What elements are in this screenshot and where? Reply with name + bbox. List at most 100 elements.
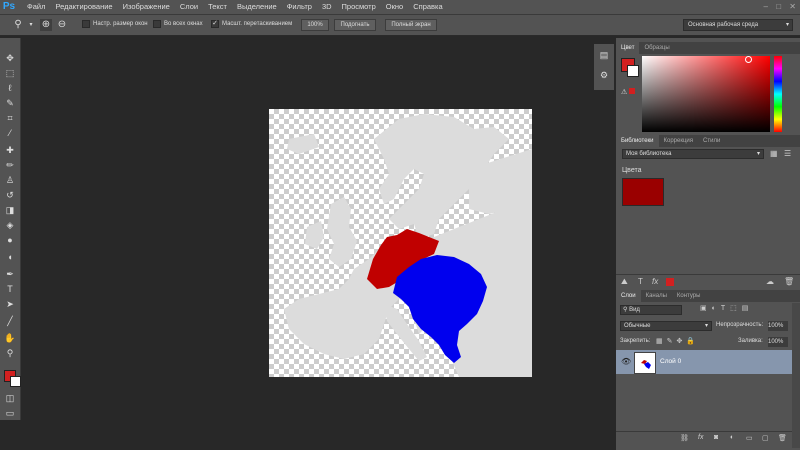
history-brush-tool-icon[interactable]: ↺	[3, 189, 17, 202]
layer-filter-select[interactable]: ⚲ Вид	[620, 305, 682, 315]
list-view-icon[interactable]: ☰	[784, 149, 791, 158]
screen-mode-icon[interactable]: ▭	[3, 407, 17, 420]
quick-selection-tool-icon[interactable]: ✎	[3, 97, 17, 110]
layers-panel-tabs: Слои Каналы Контуры	[616, 290, 800, 302]
resize-windows-label: Настр. размер окон	[93, 21, 148, 27]
crop-tool-icon[interactable]: ⌗	[3, 112, 17, 125]
properties-panel-icon[interactable]: ⚙	[598, 70, 610, 82]
color-panel-background-swatch[interactable]	[627, 65, 639, 77]
layer-thumbnail-map	[641, 360, 651, 369]
tab-styles[interactable]: Стили	[698, 135, 725, 147]
maximize-icon[interactable]: □	[776, 2, 781, 11]
background-color-swatch[interactable]	[10, 376, 21, 387]
trash-icon[interactable]: 🗑	[784, 277, 794, 286]
marquee-tool-icon[interactable]: ⬚	[3, 67, 17, 80]
fill-input[interactable]: 100%	[768, 337, 788, 347]
brush-tool-icon[interactable]: ✏	[3, 159, 17, 172]
library-select[interactable]: Моя библиотека ▾	[622, 149, 764, 159]
new-group-icon[interactable]: ▭	[746, 434, 753, 442]
libraries-footer: ⛰ T fx ☁ 🗑	[616, 274, 800, 289]
menu-layers[interactable]: Слои	[175, 0, 203, 14]
tab-layers[interactable]: Слои	[616, 290, 641, 302]
zoom-in-icon[interactable]: ⊕	[40, 19, 52, 31]
layers-scrollbar[interactable]	[792, 303, 800, 448]
line-tool-icon[interactable]: ╱	[3, 315, 17, 328]
map-ireland	[305, 221, 324, 249]
visibility-eye-icon[interactable]: 👁	[621, 357, 631, 366]
add-graphic-icon[interactable]: ⛰	[621, 277, 628, 287]
zoom-tool-icon[interactable]: ⚲	[3, 347, 17, 360]
color-field[interactable]	[642, 56, 770, 132]
menu-select[interactable]: Выделение	[232, 0, 282, 14]
pen-tool-icon[interactable]: ✒	[3, 268, 17, 281]
paint-bucket-tool-icon[interactable]: ◈	[3, 219, 17, 232]
lock-icons[interactable]: ▦✎✥🔒	[656, 337, 699, 345]
history-panel-icon[interactable]: ▤	[598, 50, 610, 62]
close-icon[interactable]: ✕	[789, 2, 796, 11]
zoom-tool-preset-icon[interactable]: ⚲	[12, 19, 24, 31]
hand-tool-icon[interactable]: ✋	[3, 332, 17, 345]
all-windows-checkbox[interactable]	[153, 20, 161, 28]
zoom-100-button[interactable]: 100%	[301, 19, 329, 31]
tab-libraries[interactable]: Библиотеки	[616, 135, 659, 147]
tab-adjustments[interactable]: Коррекция	[659, 135, 699, 147]
layer-name[interactable]: Слой 0	[660, 358, 681, 365]
fill-screen-button[interactable]: Полный экран	[385, 19, 437, 31]
workspace-select[interactable]: Основная рабочая среда ▾	[683, 19, 793, 31]
chevron-down-icon[interactable]: ▾	[25, 19, 37, 31]
colors-section-label: Цвета	[622, 167, 642, 174]
eyedropper-tool-icon[interactable]: ⁄	[3, 127, 17, 140]
lasso-tool-icon[interactable]: ℓ	[3, 82, 17, 95]
layer-style-icon[interactable]: fx	[698, 434, 703, 441]
path-selection-tool-icon[interactable]: ➤	[3, 298, 17, 311]
opacity-input[interactable]: 100%	[768, 321, 788, 331]
clone-stamp-tool-icon[interactable]: ♙	[3, 174, 17, 187]
zoom-out-icon[interactable]: ⊖	[56, 19, 68, 31]
quick-mask-icon[interactable]: ◫	[3, 392, 17, 405]
tab-paths[interactable]: Контуры	[672, 290, 706, 302]
eraser-tool-icon[interactable]: ◨	[3, 204, 17, 217]
scrubby-zoom-checkbox[interactable]: ✓	[211, 20, 219, 28]
fit-screen-button[interactable]: Подогнать	[334, 19, 376, 31]
blend-mode-select[interactable]: Обычные ▾	[620, 321, 712, 331]
type-tool-icon[interactable]: T	[3, 283, 17, 296]
menu-file[interactable]: Файл	[22, 0, 50, 14]
menu-help[interactable]: Справка	[408, 0, 447, 14]
library-color-swatch[interactable]	[622, 178, 664, 206]
lock-label: Закрепить:	[620, 338, 651, 344]
add-character-style-icon[interactable]: T	[638, 277, 643, 286]
document-canvas[interactable]	[269, 109, 532, 377]
add-layer-style-icon[interactable]: fx	[652, 277, 658, 286]
menu-filter[interactable]: Фильтр	[282, 0, 317, 14]
add-mask-icon[interactable]: ◙	[714, 434, 718, 441]
chevron-down-icon: ▾	[756, 151, 760, 157]
menu-edit[interactable]: Редактирование	[50, 0, 117, 14]
layer-filter-icons[interactable]: ▣◐T⬚▤	[700, 304, 753, 312]
tab-channels[interactable]: Каналы	[641, 290, 672, 302]
opacity-label: Непрозрачность:	[716, 322, 764, 328]
minimize-icon[interactable]: –	[764, 2, 768, 11]
blur-tool-icon[interactable]: ●	[3, 234, 17, 247]
layer-row[interactable]: 👁 Слой 0	[616, 350, 792, 374]
tab-swatches[interactable]: Образцы	[639, 42, 674, 54]
menu-3d[interactable]: 3D	[317, 0, 337, 14]
color-picker-handle[interactable]	[745, 56, 752, 63]
hue-slider[interactable]	[774, 56, 782, 132]
grid-view-icon[interactable]: ▦	[770, 149, 778, 158]
menu-window[interactable]: Окно	[381, 0, 408, 14]
resize-windows-checkbox[interactable]	[82, 20, 90, 28]
menu-image[interactable]: Изображение	[118, 0, 175, 14]
tab-color[interactable]: Цвет	[616, 42, 640, 54]
dodge-tool-icon[interactable]: ◖	[3, 251, 17, 264]
new-layer-icon[interactable]: ▢	[762, 434, 769, 442]
menu-type[interactable]: Текст	[203, 0, 232, 14]
adjustment-layer-icon[interactable]: ◐	[730, 434, 734, 441]
options-bar: ⚲ ▾ ⊕ ⊖ Настр. размер окон Во всех окнах…	[0, 14, 800, 36]
move-tool-icon[interactable]: ✥	[3, 52, 17, 65]
healing-brush-tool-icon[interactable]: ✚	[3, 144, 17, 157]
link-layers-icon[interactable]: ⛓	[680, 434, 689, 442]
sync-icon[interactable]: ☁	[766, 277, 774, 286]
menu-view[interactable]: Просмотр	[337, 0, 381, 14]
delete-layer-icon[interactable]: 🗑	[778, 434, 787, 442]
add-color-icon[interactable]	[666, 278, 674, 286]
